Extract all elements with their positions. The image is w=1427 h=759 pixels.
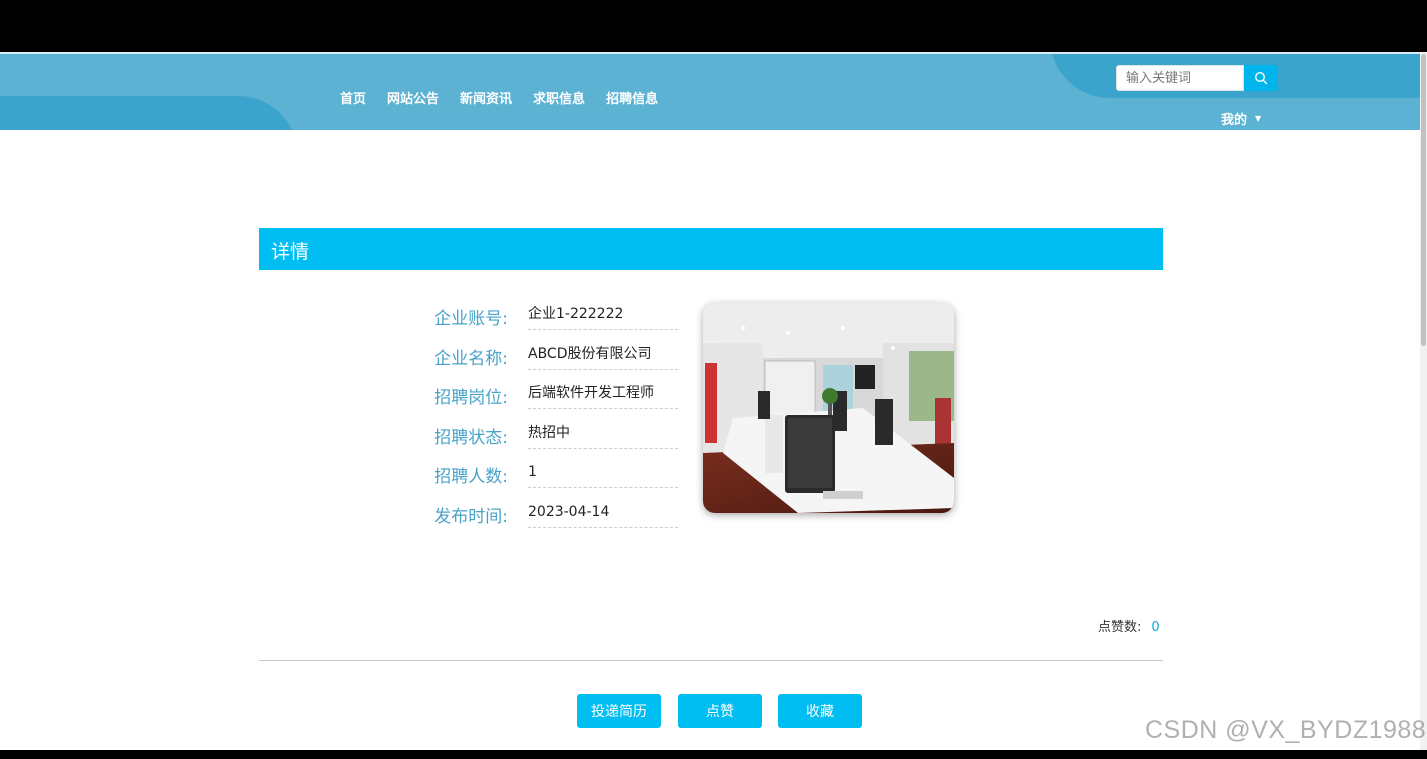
screen-top-bar [0,0,1427,52]
field-label: 企业名称: [434,348,508,369]
company-office-photo [703,303,954,513]
likes-counter: 点赞数: 0 [1098,616,1160,635]
header-decoration-left [0,96,298,130]
field-label: 发布时间: [434,506,508,527]
info-row: 招聘人数: 1 [420,455,680,495]
nav-job-seeking[interactable]: 求职信息 [533,88,585,107]
field-value: 后端软件开发工程师 [528,381,678,409]
watermark: CSDN @VX_BYDZ1988 [1145,716,1427,744]
caret-down-icon: ▼ [1255,114,1262,123]
nav-news[interactable]: 新闻资讯 [460,88,512,107]
nav-home[interactable]: 首页 [340,88,366,107]
web-page: 首页 网站公告 新闻资讯 求职信息 招聘信息 我的 ▼ 详情 企业账号: 企业1… [0,52,1427,750]
field-value: 1 [528,460,678,488]
field-value: 热招中 [528,421,678,449]
apply-resume-button[interactable]: 投递简历 [577,694,661,728]
user-menu[interactable]: 我的 ▼ [1221,109,1261,128]
job-info-list: 企业账号: 企业1-222222 企业名称: ABCD股份有限公司 招聘岗位: … [420,297,680,534]
office-image [703,303,954,513]
field-label: 招聘岗位: [434,388,508,408]
site-header: 首页 网站公告 新闻资讯 求职信息 招聘信息 我的 ▼ [0,52,1420,130]
info-row: 企业账号: 企业1-222222 [420,297,680,337]
like-button[interactable]: 点赞 [678,694,762,728]
divider [259,660,1163,661]
field-label: 企业账号: [434,309,508,329]
search-button[interactable] [1244,65,1278,91]
likes-label: 点赞数: [1098,620,1142,635]
field-value: ABCD股份有限公司 [528,342,678,370]
field-value: 企业1-222222 [528,302,678,330]
info-row: 企业名称: ABCD股份有限公司 [420,337,680,377]
scrollbar-thumb[interactable] [1421,54,1426,346]
detail-title: 详情 [271,241,310,263]
field-label: 招聘人数: [434,467,508,487]
screen-bottom-bar [0,750,1427,759]
main-nav: 首页 网站公告 新闻资讯 求职信息 招聘信息 [340,88,679,107]
likes-count: 0 [1151,620,1160,635]
nav-recruitment[interactable]: 招聘信息 [606,88,658,107]
info-row: 发布时间: 2023-04-14 [420,495,680,535]
search-icon [1254,71,1268,85]
favorite-button[interactable]: 收藏 [778,694,862,728]
user-menu-label: 我的 [1221,113,1248,128]
search-input[interactable] [1116,65,1244,91]
info-row: 招聘状态: 热招中 [420,416,680,456]
search-box [1116,65,1278,91]
field-label: 招聘状态: [434,427,508,448]
nav-announcements[interactable]: 网站公告 [387,88,439,107]
field-value: 2023-04-14 [528,500,678,528]
vertical-scrollbar[interactable] [1420,52,1427,750]
info-row: 招聘岗位: 后端软件开发工程师 [420,376,680,416]
detail-title-bar: 详情 [259,228,1163,270]
